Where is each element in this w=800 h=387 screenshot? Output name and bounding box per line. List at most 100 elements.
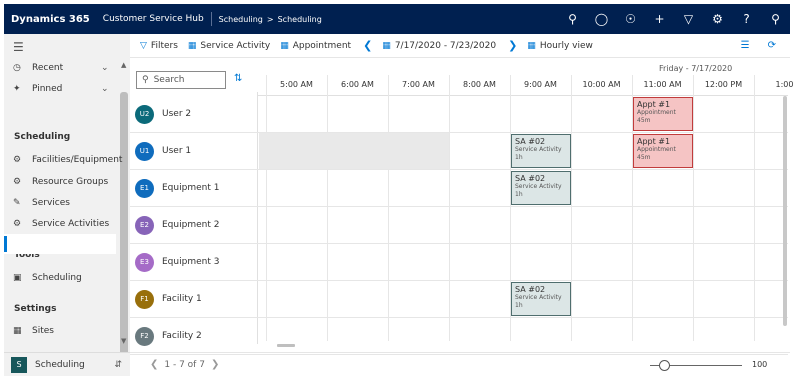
resource-row[interactable]: F1 Facility 1 (130, 281, 258, 318)
sidebar-item-service-activities[interactable]: ⚙ Service Activities (13, 219, 109, 229)
new-appointment-button[interactable]: ▦ Appointment (280, 41, 351, 51)
sidebar-item-resource-groups[interactable]: ⚙ Resource Groups (13, 177, 108, 187)
event-duration: 1h (515, 154, 523, 161)
breadcrumb-area[interactable]: Scheduling (219, 15, 263, 24)
new-service-activity-button[interactable]: ▦ Service Activity (188, 41, 270, 51)
event-duration: 1h (515, 191, 523, 198)
zoom-value: 100 (752, 360, 768, 369)
zoom-slider-thumb[interactable] (659, 360, 670, 371)
grid-row-line (258, 206, 788, 207)
sidebar-active-highlight (4, 234, 116, 254)
grid-column-line (754, 75, 755, 341)
area-badge: S (11, 356, 27, 373)
refresh-icon[interactable]: ⟳ (768, 40, 776, 51)
date-range-label: 7/17/2020 - 7/23/2020 (394, 40, 497, 51)
sidebar-item-label: Recent (32, 63, 64, 73)
hour-header: 9:00 AM (524, 80, 557, 89)
sidebar-item-label: Scheduling (32, 273, 82, 283)
grid-row-line (258, 243, 788, 244)
hour-header: 6:00 AM (341, 80, 374, 89)
service-activity-event[interactable]: SA #02 Service Activity 1h (511, 171, 571, 205)
event-type: Appointment (637, 146, 676, 153)
task-icon[interactable]: ◯ (587, 12, 616, 26)
next-range-icon[interactable]: ❯ (508, 39, 517, 52)
grid-row-line (258, 169, 788, 170)
sidebar-item-label: Sites (32, 326, 54, 336)
user-icon[interactable]: ⚲ (761, 12, 790, 26)
switch-area-icon[interactable]: ⇵ (114, 360, 122, 370)
hour-header: 11:00 AM (643, 80, 682, 89)
filters-button[interactable]: ▽ Filters (140, 41, 178, 51)
avatar: E3 (135, 252, 154, 272)
sidebar-item-facilities-equipment[interactable]: ⚙ Facilities/Equipment (13, 155, 122, 165)
date-range-picker[interactable]: ▦ 7/17/2020 - 7/23/2020 (382, 41, 496, 51)
section-heading-scheduling: Scheduling (14, 132, 71, 142)
services-icon: ✎ (13, 198, 21, 208)
sidebar-item-scheduling[interactable]: ▣ Scheduling (13, 273, 82, 283)
resource-name: User 2 (162, 109, 192, 119)
resource-search-box[interactable]: ⚲ Search (136, 71, 226, 89)
command-bar: ▽ Filters ▦ Service Activity ▦ Appointme… (130, 34, 790, 58)
clock-icon: ◷ (13, 63, 21, 73)
avatar: U1 (135, 141, 154, 161)
gear-icon[interactable]: ⚙ (703, 12, 732, 26)
lightbulb-icon[interactable]: ☉ (616, 12, 645, 26)
hour-header: 7:00 AM (402, 80, 435, 89)
resource-row[interactable]: E3 Equipment 3 (130, 244, 258, 281)
sidebar-item-pinned[interactable]: ✦ Pinned ⌄ (13, 84, 109, 94)
sidebar-item-services[interactable]: ✎ Services (13, 198, 70, 208)
search-input[interactable]: Search (154, 75, 185, 85)
help-icon[interactable]: ? (732, 12, 761, 26)
resource-row[interactable]: U1 User 1 (130, 133, 258, 170)
chevron-down-icon[interactable]: ⌄ (101, 63, 109, 73)
brand-title[interactable]: Dynamics 365 (11, 14, 90, 25)
activity-icon: ⚙ (13, 219, 22, 229)
resource-row[interactable]: E2 Equipment 2 (130, 207, 258, 244)
event-title: SA #02 (515, 285, 546, 294)
event-title: SA #02 (515, 137, 546, 146)
filter-icon[interactable]: ▽ (674, 12, 703, 26)
appointment-event[interactable]: Appt #1 Appointment 45m (633, 97, 693, 131)
breadcrumb-page[interactable]: Scheduling (278, 15, 322, 24)
sort-icon[interactable]: ⇅ (234, 73, 242, 84)
hour-header: 5:00 AM (280, 80, 313, 89)
sidebar-item-sites[interactable]: ▦ Sites (13, 326, 54, 336)
previous-page-icon[interactable]: ❮ (150, 359, 158, 370)
list-view-icon[interactable]: ☰ (741, 40, 750, 51)
sidebar-item-label: Service Activities (32, 219, 110, 229)
resource-row[interactable]: F2 Facility 2 (130, 318, 258, 355)
view-switcher[interactable]: ▦ Hourly view (527, 41, 593, 51)
sidebar-scroll-up-icon[interactable]: ▲ (121, 61, 126, 69)
chevron-down-icon[interactable]: ⌄ (101, 84, 109, 94)
avatar: F1 (135, 289, 154, 309)
resource-row[interactable]: E1 Equipment 1 (130, 170, 258, 207)
sidebar-scroll-down-icon[interactable]: ▼ (121, 337, 126, 345)
resource-name: Facility 2 (162, 331, 202, 341)
hamburger-menu-icon[interactable]: ☰ (13, 40, 24, 54)
top-navigation-bar: Dynamics 365 Customer Service Hub Schedu… (4, 4, 790, 34)
resource-row[interactable]: U2 User 2 (130, 96, 258, 133)
grid-column-line (449, 75, 450, 341)
app-name[interactable]: Customer Service Hub (103, 14, 204, 24)
sidebar-item-recent[interactable]: ◷ Recent ⌄ (13, 63, 109, 73)
previous-range-icon[interactable]: ❮ (363, 39, 372, 52)
vertical-scrollbar[interactable] (783, 96, 787, 326)
horizontal-scrollbar[interactable] (277, 344, 295, 347)
grid-column-line (266, 75, 267, 341)
next-page-icon[interactable]: ❯ (211, 359, 219, 370)
service-activity-event[interactable]: SA #02 Service Activity 1h (511, 134, 571, 168)
event-type: Service Activity (515, 183, 562, 190)
plus-icon[interactable]: + (645, 12, 674, 26)
event-type: Service Activity (515, 294, 562, 301)
unavailable-block (259, 133, 449, 169)
sidebar-active-indicator (4, 236, 7, 252)
sidebar-scrollbar[interactable] (120, 92, 128, 368)
appointment-event[interactable]: Appt #1 Appointment 45m (633, 134, 693, 168)
paging-label: 1 - 7 of 7 (164, 359, 205, 370)
sites-icon: ▦ (13, 326, 22, 336)
area-switcher[interactable]: S Scheduling ⇵ (4, 352, 130, 376)
event-title: SA #02 (515, 174, 546, 183)
search-icon[interactable]: ⚲ (558, 12, 587, 26)
sidebar-item-label: Resource Groups (32, 177, 109, 187)
service-activity-event[interactable]: SA #02 Service Activity 1h (511, 282, 571, 316)
